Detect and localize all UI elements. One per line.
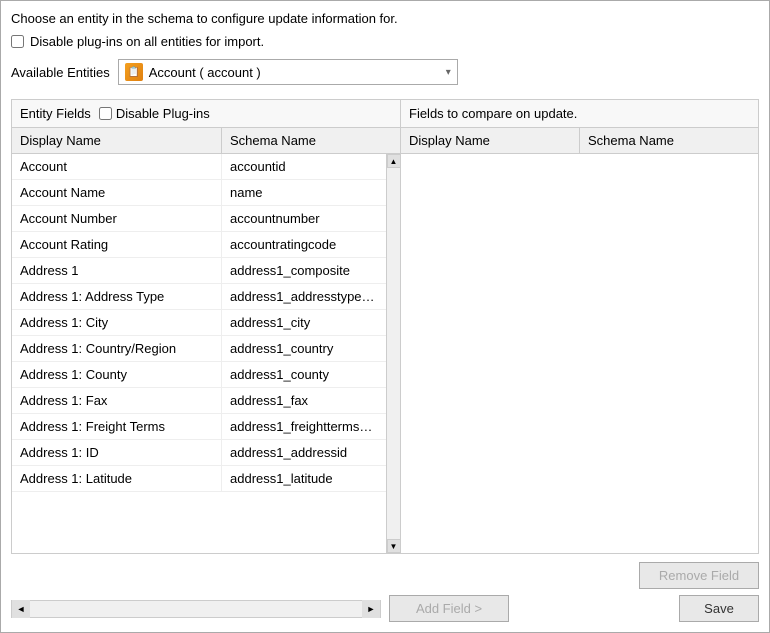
right-col-schema-header: Schema Name <box>580 128 758 153</box>
left-table-header: Display Name Schema Name <box>12 128 400 154</box>
right-table-body[interactable] <box>401 154 758 553</box>
entity-fields-header: Entity Fields Disable Plug-ins <box>12 100 400 128</box>
intro-text: Choose an entity in the schema to config… <box>11 11 759 26</box>
bottom-left: ◄ ► Add Field > <box>11 595 509 622</box>
left-table-container: AccountaccountidAccount NamenameAccount … <box>12 154 400 553</box>
entity-dropdown-text: Account ( account ) <box>149 65 440 80</box>
table-row[interactable]: Account Numberaccountnumber <box>12 206 386 232</box>
save-button[interactable]: Save <box>679 595 759 622</box>
disable-plugins-check: Disable Plug-ins <box>99 106 210 121</box>
h-scroll-track <box>30 601 362 617</box>
entity-dropdown[interactable]: 📋 Account ( account ) ▾ <box>118 59 458 85</box>
cell-display-name: Account Rating <box>12 232 222 257</box>
scroll-right-button[interactable]: ► <box>362 600 380 618</box>
cell-display-name: Address 1: City <box>12 310 222 335</box>
cell-schema-name: address1_freighttermscoc <box>222 414 386 439</box>
right-col-display-header: Display Name <box>401 128 580 153</box>
cell-schema-name: address1_composite <box>222 258 386 283</box>
scroll-up-button[interactable]: ▲ <box>387 154 401 168</box>
table-row[interactable]: Account Ratingaccountratingcode <box>12 232 386 258</box>
scroll-down-button[interactable]: ▼ <box>387 539 401 553</box>
right-panel: Fields to compare on update. Display Nam… <box>401 99 759 554</box>
table-row[interactable]: Address 1: Countyaddress1_county <box>12 362 386 388</box>
table-row[interactable]: Address 1: Cityaddress1_city <box>12 310 386 336</box>
entity-icon: 📋 <box>125 63 143 81</box>
remove-field-button[interactable]: Remove Field <box>639 562 759 589</box>
scroll-track <box>387 168 400 539</box>
table-row[interactable]: Address 1: Latitudeaddress1_latitude <box>12 466 386 492</box>
cell-schema-name: accountratingcode <box>222 232 386 257</box>
available-entities-label: Available Entities <box>11 65 110 80</box>
cell-display-name: Address 1 <box>12 258 222 283</box>
table-row[interactable]: Account Namename <box>12 180 386 206</box>
cell-schema-name: address1_latitude <box>222 466 386 491</box>
disable-plugins-checkbox[interactable] <box>99 107 112 120</box>
disable-all-checkbox[interactable] <box>11 35 24 48</box>
cell-display-name: Address 1: Latitude <box>12 466 222 491</box>
table-row[interactable]: Address 1address1_composite <box>12 258 386 284</box>
table-row[interactable]: Address 1: Address Typeaddress1_addresst… <box>12 284 386 310</box>
add-field-button[interactable]: Add Field > <box>389 595 509 622</box>
table-row[interactable]: Address 1: Country/Regionaddress1_countr… <box>12 336 386 362</box>
chevron-down-icon: ▾ <box>446 67 451 78</box>
cell-schema-name: name <box>222 180 386 205</box>
right-header: Fields to compare on update. <box>401 100 758 128</box>
left-table-body[interactable]: AccountaccountidAccount NamenameAccount … <box>12 154 386 553</box>
main-content: Entity Fields Disable Plug-ins Display N… <box>11 99 759 554</box>
bottom-controls: ◄ ► Add Field > Remove Field Save <box>11 562 759 622</box>
table-row[interactable]: Address 1: Faxaddress1_fax <box>12 388 386 414</box>
cell-display-name: Address 1: Freight Terms <box>12 414 222 439</box>
cell-schema-name: address1_city <box>222 310 386 335</box>
cell-display-name: Account Number <box>12 206 222 231</box>
cell-schema-name: address1_country <box>222 336 386 361</box>
cell-schema-name: accountid <box>222 154 386 179</box>
horizontal-scrollbar[interactable]: ◄ ► <box>11 600 381 618</box>
disable-all-row: Disable plug-ins on all entities for imp… <box>11 34 759 49</box>
cell-display-name: Address 1: County <box>12 362 222 387</box>
cell-display-name: Address 1: Country/Region <box>12 336 222 361</box>
cell-display-name: Address 1: Fax <box>12 388 222 413</box>
left-col-schema-header: Schema Name <box>222 128 400 153</box>
cell-display-name: Account Name <box>12 180 222 205</box>
table-row[interactable]: Address 1: Freight Termsaddress1_freight… <box>12 414 386 440</box>
cell-schema-name: address1_addressid <box>222 440 386 465</box>
left-panel: Entity Fields Disable Plug-ins Display N… <box>11 99 401 554</box>
disable-all-label: Disable plug-ins on all entities for imp… <box>30 34 264 49</box>
scroll-left-button[interactable]: ◄ <box>12 600 30 618</box>
cell-display-name: Address 1: Address Type <box>12 284 222 309</box>
cell-display-name: Address 1: ID <box>12 440 222 465</box>
main-dialog: Choose an entity in the schema to config… <box>0 0 770 633</box>
cell-schema-name: address1_fax <box>222 388 386 413</box>
bottom-right: Remove Field Save <box>639 562 759 622</box>
cell-display-name: Account <box>12 154 222 179</box>
vertical-scrollbar[interactable]: ▲ ▼ <box>386 154 400 553</box>
cell-schema-name: address1_addresstypecoc <box>222 284 386 309</box>
table-row[interactable]: Accountaccountid <box>12 154 386 180</box>
table-row[interactable]: Address 1: IDaddress1_addressid <box>12 440 386 466</box>
left-col-display-header: Display Name <box>12 128 222 153</box>
disable-plugins-label: Disable Plug-ins <box>116 106 210 121</box>
right-table-header: Display Name Schema Name <box>401 128 758 154</box>
cell-schema-name: address1_county <box>222 362 386 387</box>
cell-schema-name: accountnumber <box>222 206 386 231</box>
available-entities-row: Available Entities 📋 Account ( account )… <box>11 59 759 85</box>
entity-fields-label: Entity Fields <box>20 106 91 121</box>
